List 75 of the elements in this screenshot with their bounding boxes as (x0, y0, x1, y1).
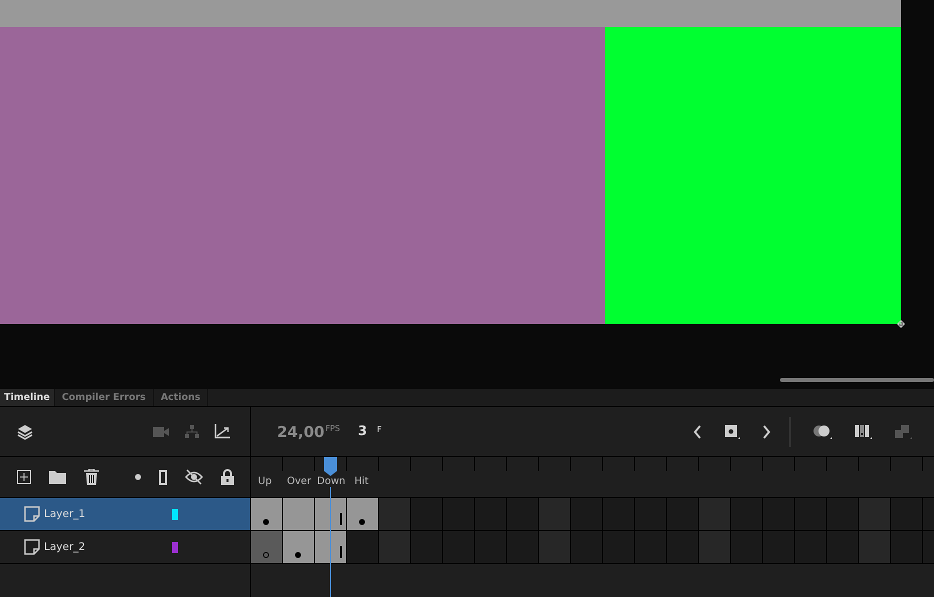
frame-cell[interactable] (763, 498, 794, 530)
frame-cell[interactable] (379, 531, 410, 563)
frame-cell[interactable] (731, 531, 762, 563)
transform-handle-icon[interactable] (897, 320, 905, 328)
frame-cell[interactable] (699, 498, 730, 530)
frame-cell[interactable] (891, 498, 922, 530)
scrollbar[interactable] (780, 378, 934, 382)
frame-cell[interactable] (283, 531, 314, 563)
frame-cell[interactable] (827, 531, 858, 563)
frame-cell[interactable] (251, 531, 282, 563)
frame-cell[interactable] (635, 498, 666, 530)
add-layer-icon[interactable] (17, 470, 31, 484)
layer-row[interactable]: Layer_1 (0, 498, 250, 530)
frame-cell[interactable] (475, 531, 506, 563)
dot-icon[interactable] (135, 474, 141, 480)
frame-cell[interactable] (763, 531, 794, 563)
layer-color-swatch[interactable] (172, 508, 178, 520)
layer-name: Layer_2 (44, 541, 86, 553)
layer-name: Layer_1 (44, 508, 86, 520)
layer-color-swatch[interactable] (172, 542, 178, 552)
frame-label: Up (257, 476, 273, 487)
previous-frame-icon[interactable] (693, 424, 702, 438)
frame-cell[interactable] (475, 498, 506, 530)
frame-cell[interactable] (603, 531, 634, 563)
frame-cell[interactable] (443, 531, 474, 563)
frame-cell[interactable] (795, 498, 826, 530)
frame-cell[interactable] (859, 531, 890, 563)
frame-cell[interactable] (827, 498, 858, 530)
frame-cell[interactable] (571, 498, 602, 530)
frame-cell[interactable] (283, 498, 314, 530)
frame-cell[interactable] (251, 498, 282, 530)
layer-icon (24, 506, 40, 522)
frame-unit: F (377, 425, 382, 434)
frame-cell[interactable] (347, 531, 378, 563)
frame-label: Hit (353, 476, 370, 487)
frame-cell[interactable] (347, 498, 378, 530)
edit-multiple-frames-icon[interactable] (854, 424, 872, 439)
onion-skin-icon[interactable] (813, 424, 832, 439)
panel-tab[interactable]: Timeline (0, 389, 55, 406)
frame-cell[interactable] (603, 498, 634, 530)
frame-cell[interactable] (667, 498, 698, 530)
frame-cell[interactable] (539, 531, 570, 563)
lock-icon[interactable] (221, 469, 234, 485)
frame-cell[interactable] (795, 531, 826, 563)
layer-row[interactable]: Layer_2 (0, 531, 250, 563)
frame-label: Down (315, 476, 346, 487)
folder-icon[interactable] (49, 470, 66, 484)
frame-cell[interactable] (379, 498, 410, 530)
delete-icon[interactable] (84, 469, 99, 485)
frame-cell[interactable] (859, 498, 890, 530)
insert-keyframe-icon[interactable] (724, 424, 740, 440)
frame-cell[interactable] (315, 498, 346, 530)
outline-icon[interactable] (159, 470, 167, 484)
frame-cell[interactable] (667, 531, 698, 563)
frame-label: Over (286, 476, 312, 487)
current-frame[interactable]: 3 (358, 424, 368, 439)
frame-rate[interactable]: 24,00 (277, 422, 324, 440)
next-frame-icon[interactable] (762, 424, 771, 438)
frame-cell[interactable] (507, 498, 538, 530)
layer-icon (24, 539, 40, 555)
layers-icon[interactable] (16, 422, 34, 440)
frame-cell[interactable] (443, 498, 474, 530)
frame-cell[interactable] (731, 498, 762, 530)
frame-cell[interactable] (507, 531, 538, 563)
frame-cell[interactable] (571, 531, 602, 563)
frame-rate-unit: FPS (325, 424, 340, 433)
frame-cell[interactable] (315, 531, 346, 563)
graph-icon[interactable] (214, 424, 230, 439)
frame-cell[interactable] (539, 498, 570, 530)
frame-cell[interactable] (411, 498, 442, 530)
frame-cell[interactable] (411, 531, 442, 563)
eye-hidden-icon[interactable] (185, 469, 203, 485)
frame-cell[interactable] (635, 531, 666, 563)
frame-cell[interactable] (699, 531, 730, 563)
frame-cell[interactable] (891, 531, 922, 563)
